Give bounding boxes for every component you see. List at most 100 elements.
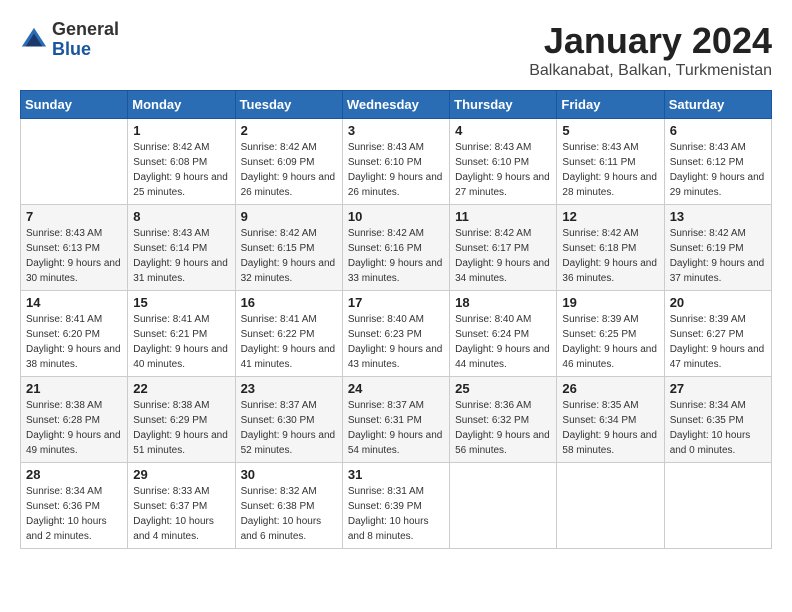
day-number: 27 xyxy=(670,381,766,396)
calendar-cell: 9Sunrise: 8:42 AMSunset: 6:15 PMDaylight… xyxy=(235,205,342,291)
day-number: 8 xyxy=(133,209,229,224)
day-info: Sunrise: 8:34 AMSunset: 6:36 PMDaylight:… xyxy=(26,484,122,544)
calendar-cell: 31 Sunrise: 8:31 AMSunset: 6:39 PMDayligh… xyxy=(342,463,449,549)
day-info: Sunrise: 8:43 AMSunset: 6:11 PMDaylight:… xyxy=(562,140,658,200)
calendar-cell: 17 Sunrise: 8:40 AMSunset: 6:23 PMDayligh… xyxy=(342,291,449,377)
day-number: 1 xyxy=(133,123,229,138)
day-info: Sunrise: 8:34 AMSunset: 6:35 PMDaylight:… xyxy=(670,398,766,458)
day-info: Sunrise: 8:33 AMSunset: 6:37 PMDaylight:… xyxy=(133,484,229,544)
calendar-cell: 29 Sunrise: 8:33 AMSunset: 6:37 PMDayligh… xyxy=(128,463,235,549)
calendar-cell: 18 Sunrise: 8:40 AMSunset: 6:24 PMDayligh… xyxy=(450,291,557,377)
calendar-table: SundayMondayTuesdayWednesdayThursdayFrid… xyxy=(20,90,772,549)
calendar-week-row: 1 Sunrise: 8:42 AMSunset: 6:08 PMDaylight… xyxy=(21,119,772,205)
calendar-cell: 12Sunrise: 8:42 AMSunset: 6:18 PMDayligh… xyxy=(557,205,664,291)
day-info: Sunrise: 8:35 AMSunset: 6:34 PMDaylight:… xyxy=(562,398,658,458)
day-info: Sunrise: 8:42 AMSunset: 6:08 PMDaylight:… xyxy=(133,140,229,200)
day-number: 15 xyxy=(133,295,229,310)
logo-blue: Blue xyxy=(52,39,91,59)
day-number: 23 xyxy=(241,381,337,396)
calendar-cell: 26 Sunrise: 8:35 AMSunset: 6:34 PMDayligh… xyxy=(557,377,664,463)
day-info: Sunrise: 8:43 AMSunset: 6:12 PMDaylight:… xyxy=(670,140,766,200)
day-number: 17 xyxy=(348,295,444,310)
calendar-week-row: 28 Sunrise: 8:34 AMSunset: 6:36 PMDayligh… xyxy=(21,463,772,549)
day-number: 21 xyxy=(26,381,122,396)
day-number: 3 xyxy=(348,123,444,138)
calendar-header-row: SundayMondayTuesdayWednesdayThursdayFrid… xyxy=(21,91,772,119)
day-number: 30 xyxy=(241,467,337,482)
calendar-cell xyxy=(21,119,128,205)
day-number: 18 xyxy=(455,295,551,310)
day-info: Sunrise: 8:43 AMSunset: 6:10 PMDaylight:… xyxy=(348,140,444,200)
day-number: 10 xyxy=(348,209,444,224)
calendar-cell: 13 Sunrise: 8:42 AMSunset: 6:19 PMDayligh… xyxy=(664,205,771,291)
calendar-cell xyxy=(450,463,557,549)
day-info: Sunrise: 8:43 AMSunset: 6:13 PMDaylight:… xyxy=(26,226,122,286)
calendar-cell: 25 Sunrise: 8:36 AMSunset: 6:32 PMDayligh… xyxy=(450,377,557,463)
page-header: General Blue January 2024 Balkanabat, Ba… xyxy=(20,20,772,80)
calendar-header-monday: Monday xyxy=(128,91,235,119)
calendar-cell xyxy=(557,463,664,549)
calendar-cell: 20Sunrise: 8:39 AMSunset: 6:27 PMDayligh… xyxy=(664,291,771,377)
calendar-cell: 22Sunrise: 8:38 AMSunset: 6:29 PMDayligh… xyxy=(128,377,235,463)
day-number: 20 xyxy=(670,295,766,310)
day-number: 11 xyxy=(455,209,551,224)
day-number: 6 xyxy=(670,123,766,138)
day-info: Sunrise: 8:31 AMSunset: 6:39 PMDaylight:… xyxy=(348,484,444,544)
day-number: 24 xyxy=(348,381,444,396)
title-block: January 2024 Balkanabat, Balkan, Turkmen… xyxy=(529,20,772,80)
day-info: Sunrise: 8:40 AMSunset: 6:23 PMDaylight:… xyxy=(348,312,444,372)
day-number: 31 xyxy=(348,467,444,482)
calendar-cell: 4 Sunrise: 8:43 AMSunset: 6:10 PMDaylight… xyxy=(450,119,557,205)
day-info: Sunrise: 8:36 AMSunset: 6:32 PMDaylight:… xyxy=(455,398,551,458)
calendar-week-row: 7 Sunrise: 8:43 AMSunset: 6:13 PMDaylight… xyxy=(21,205,772,291)
calendar-week-row: 21 Sunrise: 8:38 AMSunset: 6:28 PMDayligh… xyxy=(21,377,772,463)
day-number: 19 xyxy=(562,295,658,310)
calendar-cell: 11Sunrise: 8:42 AMSunset: 6:17 PMDayligh… xyxy=(450,205,557,291)
calendar-cell: 21 Sunrise: 8:38 AMSunset: 6:28 PMDayligh… xyxy=(21,377,128,463)
day-number: 13 xyxy=(670,209,766,224)
day-number: 9 xyxy=(241,209,337,224)
calendar-header-tuesday: Tuesday xyxy=(235,91,342,119)
logo-text: General Blue xyxy=(52,20,119,60)
calendar-cell: 7 Sunrise: 8:43 AMSunset: 6:13 PMDaylight… xyxy=(21,205,128,291)
day-number: 22 xyxy=(133,381,229,396)
day-number: 26 xyxy=(562,381,658,396)
location-subtitle: Balkanabat, Balkan, Turkmenistan xyxy=(529,62,772,80)
calendar-header-friday: Friday xyxy=(557,91,664,119)
calendar-cell: 24 Sunrise: 8:37 AMSunset: 6:31 PMDayligh… xyxy=(342,377,449,463)
day-number: 14 xyxy=(26,295,122,310)
calendar-cell: 16 Sunrise: 8:41 AMSunset: 6:22 PMDayligh… xyxy=(235,291,342,377)
calendar-cell: 3 Sunrise: 8:43 AMSunset: 6:10 PMDaylight… xyxy=(342,119,449,205)
day-info: Sunrise: 8:37 AMSunset: 6:31 PMDaylight:… xyxy=(348,398,444,458)
day-number: 5 xyxy=(562,123,658,138)
logo: General Blue xyxy=(20,20,119,60)
day-info: Sunrise: 8:41 AMSunset: 6:20 PMDaylight:… xyxy=(26,312,122,372)
day-number: 7 xyxy=(26,209,122,224)
day-info: Sunrise: 8:40 AMSunset: 6:24 PMDaylight:… xyxy=(455,312,551,372)
day-number: 2 xyxy=(241,123,337,138)
day-info: Sunrise: 8:42 AMSunset: 6:16 PMDaylight:… xyxy=(348,226,444,286)
day-number: 25 xyxy=(455,381,551,396)
calendar-header-wednesday: Wednesday xyxy=(342,91,449,119)
day-info: Sunrise: 8:32 AMSunset: 6:38 PMDaylight:… xyxy=(241,484,337,544)
day-info: Sunrise: 8:41 AMSunset: 6:22 PMDaylight:… xyxy=(241,312,337,372)
calendar-week-row: 14 Sunrise: 8:41 AMSunset: 6:20 PMDayligh… xyxy=(21,291,772,377)
calendar-cell: 28 Sunrise: 8:34 AMSunset: 6:36 PMDayligh… xyxy=(21,463,128,549)
day-info: Sunrise: 8:42 AMSunset: 6:18 PMDaylight:… xyxy=(562,226,658,286)
calendar-cell: 15 Sunrise: 8:41 AMSunset: 6:21 PMDayligh… xyxy=(128,291,235,377)
day-info: Sunrise: 8:41 AMSunset: 6:21 PMDaylight:… xyxy=(133,312,229,372)
day-info: Sunrise: 8:43 AMSunset: 6:10 PMDaylight:… xyxy=(455,140,551,200)
day-info: Sunrise: 8:38 AMSunset: 6:28 PMDaylight:… xyxy=(26,398,122,458)
calendar-cell: 2Sunrise: 8:42 AMSunset: 6:09 PMDaylight… xyxy=(235,119,342,205)
day-number: 16 xyxy=(241,295,337,310)
day-number: 29 xyxy=(133,467,229,482)
calendar-header-saturday: Saturday xyxy=(664,91,771,119)
calendar-cell: 23Sunrise: 8:37 AMSunset: 6:30 PMDayligh… xyxy=(235,377,342,463)
calendar-cell: 8 Sunrise: 8:43 AMSunset: 6:14 PMDaylight… xyxy=(128,205,235,291)
day-info: Sunrise: 8:43 AMSunset: 6:14 PMDaylight:… xyxy=(133,226,229,286)
day-info: Sunrise: 8:42 AMSunset: 6:19 PMDaylight:… xyxy=(670,226,766,286)
day-number: 28 xyxy=(26,467,122,482)
calendar-cell: 10 Sunrise: 8:42 AMSunset: 6:16 PMDayligh… xyxy=(342,205,449,291)
month-title: January 2024 xyxy=(529,20,772,62)
day-number: 4 xyxy=(455,123,551,138)
